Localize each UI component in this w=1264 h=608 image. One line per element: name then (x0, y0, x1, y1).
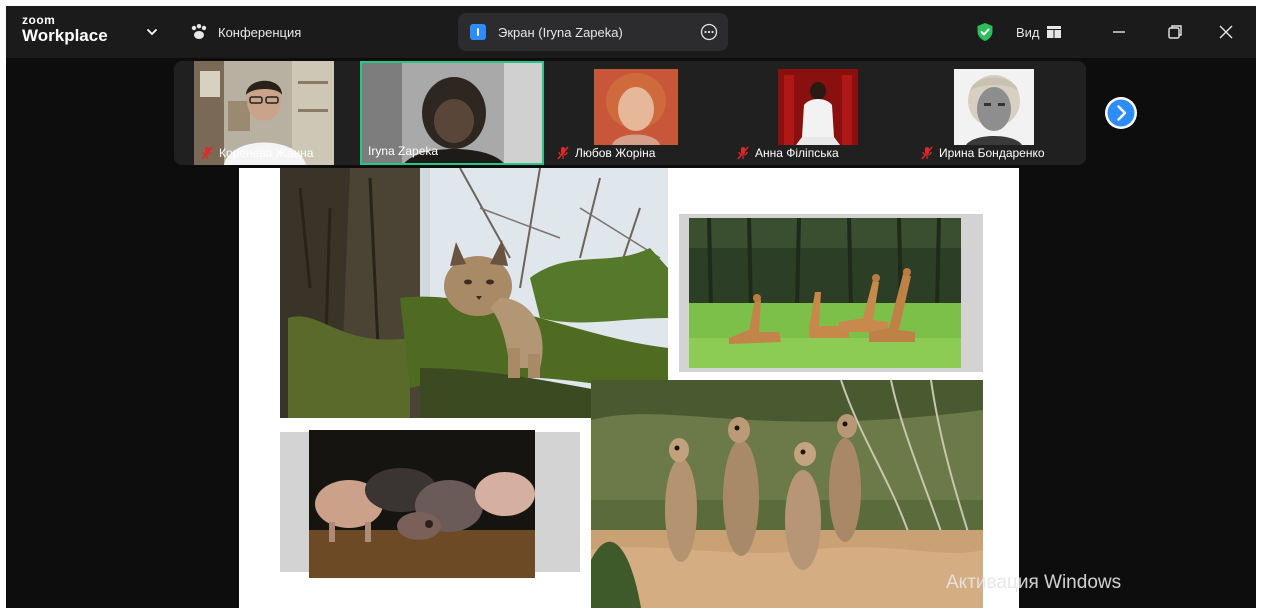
view-grid-icon (1046, 26, 1061, 38)
participant-tile[interactable]: Коренева Жанна (194, 61, 334, 165)
participant-name: Анна Філіпська (755, 146, 839, 160)
paw-icon (191, 24, 207, 39)
participant-tile-active[interactable]: Iryna Zapeka (360, 61, 544, 165)
mic-muted-icon (921, 146, 933, 160)
participant-name: Коренева Жанна (219, 146, 314, 160)
participant-name-row: Ирина Бондаренко (920, 145, 1045, 161)
participant-name-row: Анна Філіпська (736, 145, 839, 161)
mic-muted-icon (737, 146, 749, 160)
share-indicator-icon (470, 24, 486, 40)
participant-name-row: Коренева Жанна (200, 145, 313, 161)
shield-icon[interactable] (975, 22, 995, 42)
screen-share-indicator[interactable]: Экран (Iryna Zapeka) (458, 13, 728, 51)
chevron-down-icon[interactable] (144, 24, 160, 40)
maximize-icon[interactable] (1166, 23, 1184, 41)
zoom-logo: zoom Workplace (22, 14, 108, 44)
giraffe-photo (689, 218, 961, 368)
participant-tile[interactable]: Ирина Бондаренко (914, 61, 1072, 165)
zoom-window: zoom Workplace Конференция Экран (Iryna … (6, 6, 1256, 608)
windows-activation-watermark: Активация Windows (946, 572, 1122, 593)
view-button[interactable]: Вид (1016, 22, 1061, 42)
participant-name-row: Iryna Zapeka (368, 143, 438, 159)
piglet-photo (309, 430, 535, 578)
minimize-icon[interactable] (1110, 23, 1128, 41)
participant-name-row: Любов Жоріна (556, 145, 655, 161)
participant-tile[interactable]: Анна Філіпська (730, 61, 906, 165)
view-label: Вид (1016, 24, 1040, 40)
meeting-info-button[interactable]: Конференция (190, 22, 301, 42)
share-label: Экран (Iryna Zapeka) (498, 24, 623, 40)
participant-name: Iryna Zapeka (368, 144, 439, 158)
shared-screen (239, 168, 1019, 608)
title-bar: zoom Workplace Конференция Экран (Iryna … (6, 6, 1256, 58)
mic-muted-icon (201, 146, 213, 160)
participant-name: Ирина Бондаренко (939, 146, 1045, 160)
mic-muted-icon (557, 146, 569, 160)
meeting-label: Конференция (218, 24, 302, 40)
participant-tile[interactable]: Любов Жоріна (550, 61, 722, 165)
participant-name: Любов Жоріна (575, 146, 656, 160)
participant-strip: Коренева Жанна Iryna Zapeka Любов Жоріна… (174, 61, 1086, 165)
next-icon[interactable] (1104, 96, 1138, 130)
meerkat-photo (591, 380, 983, 608)
logo-bottom: Workplace (22, 26, 108, 45)
logo-top: zoom (22, 13, 56, 27)
more-icon[interactable] (700, 23, 718, 41)
close-icon[interactable] (1216, 22, 1236, 42)
